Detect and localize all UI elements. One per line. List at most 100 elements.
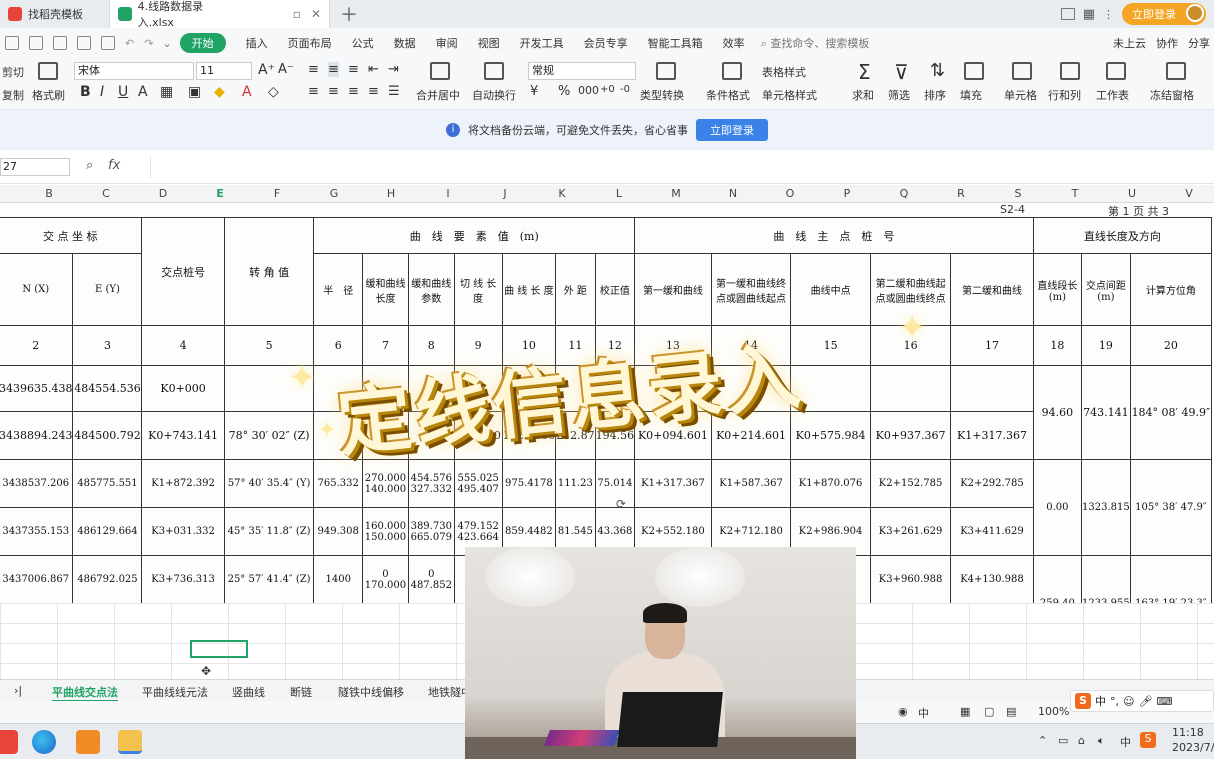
column-header-selected[interactable]: E [210, 187, 230, 200]
format-painter-button[interactable]: 格式刷 [32, 87, 65, 103]
grid-apps-icon[interactable]: ▦ [1083, 7, 1095, 22]
menu-insert[interactable]: 插入 [236, 35, 278, 51]
fill-color-icon[interactable]: ◆ [214, 84, 225, 100]
increase-decimal-icon[interactable]: +0 [600, 84, 615, 95]
wps-taskbar-icon[interactable] [0, 730, 18, 754]
close-icon[interactable]: ✕ [311, 7, 321, 21]
menu-efficiency[interactable]: 效率 [713, 35, 755, 51]
column-header[interactable]: D [153, 187, 173, 200]
column-header[interactable]: S [1008, 187, 1028, 200]
column-header[interactable]: R [951, 187, 971, 200]
menu-page-layout[interactable]: 页面布局 [278, 35, 342, 51]
sort-button[interactable]: 排序 [924, 87, 946, 103]
page-layout-view-icon[interactable]: ▢ [984, 705, 994, 718]
menu-view[interactable]: 视图 [468, 35, 510, 51]
eye-icon[interactable]: ◉ [898, 705, 908, 718]
save-icon[interactable] [29, 36, 43, 50]
chevron-down-icon[interactable]: ⌄ [162, 37, 171, 50]
rotate-handle-icon[interactable]: ⟳ [616, 497, 626, 511]
merge-center-button[interactable]: 合并居中 [416, 87, 460, 103]
sogou-tray-icon[interactable]: S [1140, 732, 1156, 748]
table-style-button[interactable]: 表格样式 [762, 64, 806, 80]
sheet-tab-active[interactable]: 平曲线交点法 [52, 684, 118, 702]
sheet-tab[interactable]: 断链 [290, 684, 312, 700]
menu-developer[interactable]: 开发工具 [510, 35, 574, 51]
column-header[interactable]: U [1122, 187, 1142, 200]
edge-browser-icon[interactable] [32, 730, 56, 754]
cells-button[interactable]: 单元格 [1004, 87, 1037, 103]
clock-date[interactable]: 2023/7/ [1172, 741, 1214, 754]
fill-button[interactable]: 填充 [960, 87, 982, 103]
fx-icon[interactable]: fx [108, 158, 120, 173]
justify-icon[interactable]: ≡ [368, 84, 379, 99]
selected-cell[interactable] [190, 640, 248, 658]
column-header[interactable]: T [1065, 187, 1085, 200]
minimize-tab-icon[interactable]: ▫ [293, 7, 301, 21]
menu-formulas[interactable]: 公式 [342, 35, 384, 51]
tab-workbook[interactable]: 4.线路数据录入.xlsx ▫ ✕ [110, 0, 330, 29]
menu-review[interactable]: 审阅 [426, 35, 468, 51]
column-header[interactable]: L [609, 187, 629, 200]
ime-tray[interactable]: 中 [1120, 734, 1131, 750]
preview-icon[interactable] [101, 36, 115, 50]
filter-button[interactable]: 筛选 [888, 87, 910, 103]
italic-icon[interactable]: I [100, 84, 104, 100]
redo-icon[interactable]: ↷ [144, 37, 153, 50]
worksheet-button[interactable]: 工作表 [1096, 87, 1129, 103]
font-color-icon[interactable]: A [242, 84, 252, 100]
number-format-select[interactable]: 常规 [528, 62, 636, 80]
window-layout-icon[interactable] [1060, 8, 1075, 20]
more-icon[interactable]: ⋮ [1103, 8, 1114, 21]
copy-button[interactable]: 复制 [2, 87, 24, 103]
cell-style-button[interactable]: 单元格样式 [762, 87, 817, 103]
conditional-format-button[interactable]: 条件格式 [706, 87, 750, 103]
notice-login-button[interactable]: 立即登录 [696, 119, 768, 141]
menu-smart-tools[interactable]: 智能工具箱 [638, 35, 713, 51]
font-size-select[interactable]: 11 [196, 62, 252, 80]
thousands-icon[interactable]: 000 [578, 84, 599, 97]
bold-icon[interactable]: B [80, 84, 91, 100]
collaborate-button[interactable]: 协作 [1156, 35, 1178, 51]
formula-input[interactable] [150, 156, 1214, 178]
file-explorer-icon[interactable] [118, 730, 142, 754]
zoom-icon[interactable]: ⌕ [86, 158, 93, 173]
font-name-select[interactable]: 宋体 [74, 62, 194, 80]
align-center-icon[interactable]: ≡ [328, 84, 339, 99]
cell-border-icon[interactable]: ▣ [188, 84, 201, 100]
volume-icon[interactable]: 🔈︎ [1098, 734, 1105, 748]
column-header[interactable]: O [780, 187, 800, 200]
column-header[interactable]: G [324, 187, 344, 200]
tab-daoke-templates[interactable]: 找稻壳模板 [0, 0, 110, 28]
mic-icon[interactable]: 🎤︎ [1138, 695, 1152, 708]
new-tab-icon[interactable]: ＋ [340, 1, 358, 27]
menu-member[interactable]: 会员专享 [574, 35, 638, 51]
command-search[interactable]: ⌕ 查找命令、搜索模板 [761, 35, 870, 51]
sheet-tab[interactable]: 竖曲线 [232, 684, 265, 700]
align-middle-icon[interactable]: ≡ [328, 62, 339, 77]
row-column-button[interactable]: 行和列 [1048, 87, 1081, 103]
export-icon[interactable] [53, 36, 67, 50]
distribute-icon[interactable]: ☰ [388, 84, 400, 99]
decrease-font-icon[interactable]: A⁻ [278, 62, 294, 77]
column-header[interactable]: H [381, 187, 401, 200]
column-header[interactable]: F [267, 187, 287, 200]
currency-icon[interactable]: ¥ [530, 84, 538, 99]
column-header[interactable]: K [552, 187, 572, 200]
increase-font-icon[interactable]: A⁺ [258, 62, 275, 78]
page-break-view-icon[interactable]: ▤ [1006, 705, 1016, 718]
cut-button[interactable]: 剪切 [2, 64, 24, 80]
percent-icon[interactable]: % [558, 84, 570, 99]
input-mode[interactable]: 中 [918, 705, 929, 721]
border-icon[interactable]: ▦ [160, 84, 173, 100]
column-header[interactable]: J [495, 187, 515, 200]
clear-icon[interactable]: ◇ [268, 84, 279, 100]
wrap-text-button[interactable]: 自动换行 [472, 87, 516, 103]
share-button[interactable]: 分享 [1188, 35, 1210, 51]
name-box[interactable]: 27 [0, 158, 70, 176]
menu-home[interactable]: 开始 [179, 33, 226, 53]
zoom-level[interactable]: 100% [1038, 705, 1069, 718]
column-header[interactable]: I [438, 187, 458, 200]
column-header[interactable]: M [666, 187, 686, 200]
cloud-status[interactable]: 未上云 [1113, 35, 1146, 51]
clock-time[interactable]: 11:18 [1172, 726, 1204, 739]
